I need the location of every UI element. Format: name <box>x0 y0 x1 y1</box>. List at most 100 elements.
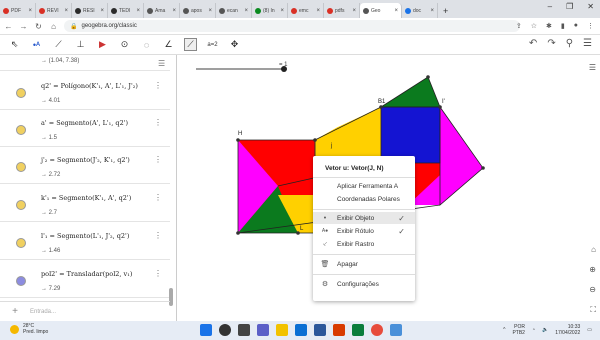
visibility-toggle[interactable] <box>16 88 26 98</box>
menu-item-show-object[interactable]: • Exibir Objeto ✓ <box>313 212 415 224</box>
maximize-icon[interactable]: ❐ <box>566 2 573 11</box>
visibility-toggle[interactable] <box>16 276 26 286</box>
close-tab-icon[interactable]: × <box>280 8 284 14</box>
menu-item-trace[interactable]: ⸔ Exibir Rastro <box>313 238 415 250</box>
minimize-icon[interactable]: – <box>548 2 552 11</box>
close-tab-icon[interactable]: × <box>352 8 356 14</box>
office-icon[interactable] <box>333 324 345 336</box>
close-tab-icon[interactable]: × <box>316 8 320 14</box>
item-menu-icon[interactable]: ⋮ <box>154 193 162 202</box>
angle-tool-icon[interactable]: ∠ <box>162 38 175 51</box>
algebra-definition[interactable]: q2' = Polígono(K'₁, A', L'₁, J'₂) <box>41 82 138 90</box>
algebra-item[interactable]: l'₁ = Segmento(L'₁, J'₂, q2') ⋮ → 1.46 <box>0 223 170 260</box>
store-icon[interactable] <box>314 324 326 336</box>
close-tab-icon[interactable]: × <box>430 8 434 14</box>
menu-item-delete[interactable]: 🗑 Apagar <box>313 258 415 270</box>
algebra-definition[interactable]: l'₁ = Segmento(L'₁, J'₂, q2') <box>41 232 129 240</box>
wifi-icon[interactable]: ◔ <box>532 327 535 333</box>
excel-icon[interactable] <box>352 324 364 336</box>
algebra-item[interactable]: j'₂ = Segmento(J'₂, K'₁, q2') ⋮ → 2.72 <box>0 147 170 184</box>
extensions-icon[interactable]: ✱ <box>546 22 552 30</box>
explorer-icon[interactable] <box>276 324 288 336</box>
algebra-item[interactable]: q2' = Polígono(K'₁, A', L'₁, J'₂) ⋮ → 4.01 <box>0 73 170 110</box>
browser-tab[interactable]: pdfs × <box>324 3 360 18</box>
zoom-out-icon[interactable]: ⊖ <box>589 285 596 294</box>
tray-chevron-icon[interactable]: ^ <box>503 327 505 333</box>
redo-icon[interactable]: ↷ <box>547 38 555 49</box>
zoom-in-icon[interactable]: ⊕ <box>589 265 596 274</box>
close-tab-icon[interactable]: × <box>244 8 248 14</box>
volume-icon[interactable]: 🔈 <box>542 327 548 333</box>
menu-item-apply-tool[interactable]: Aplicar Ferramenta A <box>313 180 415 192</box>
algebra-item[interactable]: → (1.04, 7.38) <box>0 55 170 71</box>
browser-tab[interactable]: RESI × <box>72 3 108 18</box>
menu-item-show-label[interactable]: A● Exibir Rótulo ✓ <box>313 225 415 237</box>
point-tool-icon[interactable]: •ᴬ <box>30 38 43 51</box>
sidebar-icon[interactable]: ▮ <box>561 22 565 30</box>
item-menu-icon[interactable]: ⋮ <box>154 269 162 278</box>
chrome-icon[interactable] <box>371 324 383 336</box>
undo-icon[interactable]: ↶ <box>529 38 537 49</box>
algebra-item[interactable]: k'₁ = Segmento(K'₁, A', q2') ⋮ → 2.7 <box>0 185 170 222</box>
graphics-style-icon[interactable]: ☰ <box>589 63 596 72</box>
new-tab-button[interactable]: + <box>438 3 453 18</box>
close-tab-icon[interactable]: × <box>394 8 398 14</box>
line-tool-icon[interactable]: ⟋ <box>52 38 65 51</box>
bookmark-star-icon[interactable]: ☆ <box>531 22 537 30</box>
move-graphics-tool-icon[interactable]: ✥ <box>228 38 241 51</box>
close-tab-icon[interactable]: × <box>208 8 212 14</box>
item-menu-icon[interactable]: ⋮ <box>154 231 162 240</box>
algebra-item[interactable]: a' = Segmento(A', L'₁, q2') ⋮ → 1.5 <box>0 110 170 147</box>
browser-tab[interactable]: emc × <box>288 3 324 18</box>
reload-icon[interactable]: ↻ <box>34 22 43 31</box>
clock[interactable]: 10:33 17/04/2022 <box>555 324 580 336</box>
item-menu-icon[interactable]: ⋮ <box>154 81 162 90</box>
browser-tab[interactable]: PDF × <box>0 3 36 18</box>
home-view-icon[interactable]: ⌂ <box>591 245 596 254</box>
algebra-definition[interactable]: k'₁ = Segmento(K'₁, A', q2') <box>41 194 131 202</box>
visibility-toggle[interactable] <box>16 162 26 172</box>
perpendicular-tool-icon[interactable]: ⊥ <box>74 38 87 51</box>
browser-tab[interactable]: doc × <box>402 3 438 18</box>
move-tool-icon[interactable]: ⇖ <box>8 38 21 51</box>
notifications-icon[interactable]: ▭ <box>587 327 592 333</box>
taskview-icon[interactable] <box>238 324 250 336</box>
input-field[interactable]: Entrada... <box>30 309 56 315</box>
browser-menu-icon[interactable]: ⋮ <box>587 22 594 30</box>
close-window-icon[interactable]: ✕ <box>587 2 594 11</box>
browser-tab[interactable]: TEDI × <box>108 3 144 18</box>
visibility-toggle[interactable] <box>16 125 26 135</box>
polygon-tool-icon[interactable]: ▶ <box>96 38 109 51</box>
algebra-item[interactable]: pol2' = Transladar(pol2, v₁) ⋮ → 7.29 <box>0 261 170 298</box>
edge-icon[interactable] <box>295 324 307 336</box>
browser-tab[interactable]: Ama × <box>144 3 180 18</box>
share-icon[interactable]: ⇪ <box>516 22 522 30</box>
input-bar[interactable]: + Entrada... <box>0 301 170 321</box>
algebra-definition[interactable]: pol2' = Transladar(pol2, v₁) <box>41 270 132 278</box>
browser-tab[interactable]: apos × <box>180 3 216 18</box>
item-menu-icon[interactable]: ⋮ <box>154 118 162 127</box>
close-tab-icon[interactable]: × <box>136 8 140 14</box>
algebra-definition[interactable]: a' = Segmento(A', L'₁, q2') <box>41 119 128 127</box>
app-icon[interactable] <box>390 324 402 336</box>
menu-item-polar-coordinates[interactable]: Coordenadas Polares <box>313 193 415 205</box>
visibility-toggle[interactable] <box>16 238 26 248</box>
browser-tab[interactable]: Geo × <box>360 3 402 18</box>
back-icon[interactable]: ← <box>4 22 13 31</box>
slider-tool-icon[interactable]: a=2 <box>206 38 219 51</box>
close-tab-icon[interactable]: × <box>172 8 176 14</box>
close-tab-icon[interactable]: × <box>100 8 104 14</box>
profile-icon[interactable]: ● <box>574 22 578 30</box>
main-menu-icon[interactable]: ☰ <box>583 38 592 49</box>
algebra-definition[interactable]: j'₂ = Segmento(J'₂, K'₁, q2') <box>41 156 130 164</box>
home-icon[interactable]: ⌂ <box>49 22 58 31</box>
browser-tab[interactable]: ecan × <box>216 3 252 18</box>
close-tab-icon[interactable]: × <box>28 8 32 14</box>
ellipse-tool-icon[interactable]: ◌ <box>140 38 153 51</box>
fullscreen-icon[interactable]: ⛶ <box>590 305 596 315</box>
browser-tab[interactable]: (8) In × <box>252 3 288 18</box>
start-icon[interactable] <box>200 324 212 336</box>
reflect-tool-icon[interactable]: ⟋ <box>184 38 197 51</box>
url-field[interactable]: 🔒 geogebra.org/classic <box>64 20 520 32</box>
forward-icon[interactable]: → <box>19 22 28 31</box>
